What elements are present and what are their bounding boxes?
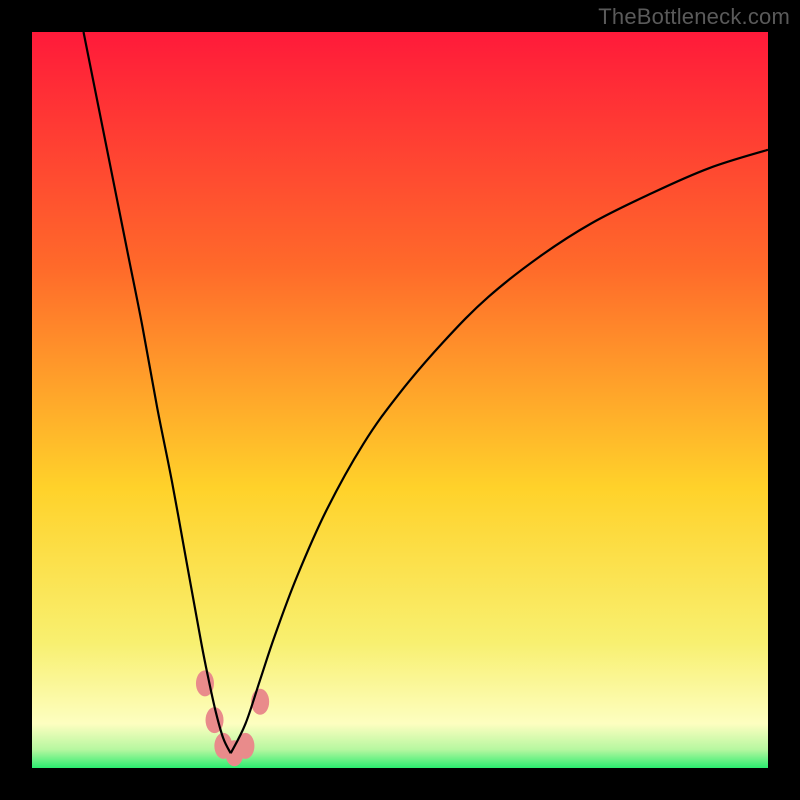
- watermark-text: TheBottleneck.com: [598, 4, 790, 30]
- gradient-background: [32, 32, 768, 768]
- bottleneck-chart: [32, 32, 768, 768]
- plot-area: [32, 32, 768, 768]
- outer-frame: TheBottleneck.com: [0, 0, 800, 800]
